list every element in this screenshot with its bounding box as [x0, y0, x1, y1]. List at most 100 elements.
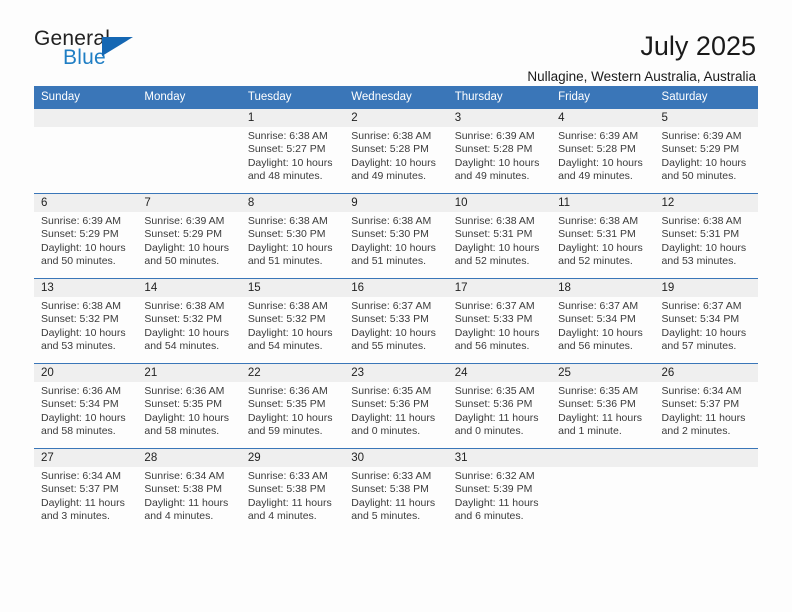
day-number-15[interactable]: 15 [240, 279, 345, 297]
day-cell-15[interactable]: Sunrise: 6:38 AM Sunset: 5:32 PM Daylight:… [240, 297, 345, 363]
day-number-21[interactable]: 21 [137, 364, 241, 382]
day-3-sunrise: Sunrise: 6:39 AM [454, 130, 535, 142]
day-11-daylight2: and 52 minutes. [558, 255, 633, 268]
day-cell-14[interactable]: Sunrise: 6:38 AM Sunset: 5:32 PM Daylight:… [137, 297, 241, 363]
day-number-31[interactable]: 31 [447, 449, 552, 467]
day-cell-17[interactable]: Sunrise: 6:37 AM Sunset: 5:33 PM Daylight:… [447, 297, 552, 363]
day-cell-25[interactable]: Sunrise: 6:35 AM Sunset: 5:36 PM Daylight:… [551, 382, 655, 448]
day-2-sunset: Sunset: 5:28 PM [351, 143, 429, 156]
day-cell-1[interactable]: Sunrise: 6:38 AM Sunset: 5:27 PM Daylight:… [240, 127, 345, 193]
day-21-daylight2: and 58 minutes. [144, 425, 220, 438]
brand-logo[interactable]: General Blue [34, 28, 146, 76]
day-cell-9[interactable]: Sunrise: 6:38 AM Sunset: 5:30 PM Daylight:… [344, 212, 448, 278]
day-cell-8[interactable]: Sunrise: 6:38 AM Sunset: 5:30 PM Daylight:… [240, 212, 345, 278]
day-cell-19[interactable]: Sunrise: 6:37 AM Sunset: 5:34 PM Daylight:… [654, 297, 758, 363]
day-2-daylight1: Daylight: 10 hours [351, 156, 436, 169]
day-cell-18[interactable]: Sunrise: 6:37 AM Sunset: 5:34 PM Daylight:… [551, 297, 655, 363]
day-cell-11[interactable]: Sunrise: 6:38 AM Sunset: 5:31 PM Daylight:… [551, 212, 655, 278]
day-cell-21[interactable]: Sunrise: 6:36 AM Sunset: 5:35 PM Daylight:… [137, 382, 241, 448]
day-number-22[interactable]: 22 [240, 364, 345, 382]
day-cell-5[interactable]: Sunrise: 6:39 AM Sunset: 5:29 PM Daylight:… [654, 127, 758, 193]
day-cell-31[interactable]: Sunrise: 6:32 AM Sunset: 5:39 PM Daylight:… [447, 467, 552, 533]
day-number-2[interactable]: 2 [344, 109, 448, 127]
day-number-3[interactable]: 3 [447, 109, 552, 127]
day-cell-23[interactable]: Sunrise: 6:35 AM Sunset: 5:36 PM Daylight:… [344, 382, 448, 448]
day-3-daylight1: Daylight: 10 hours [454, 156, 540, 169]
day-number-16[interactable]: 16 [344, 279, 448, 297]
day-number-29[interactable]: 29 [240, 449, 345, 467]
day-cell-12[interactable]: Sunrise: 6:38 AM Sunset: 5:31 PM Daylight:… [654, 212, 758, 278]
day-number-23[interactable]: 23 [344, 364, 448, 382]
day-number-19[interactable]: 19 [654, 279, 758, 297]
weekday-header-saturday: Saturday [654, 86, 758, 109]
day-20-daylight2: and 58 minutes. [41, 425, 116, 438]
day-9-sunset: Sunset: 5:30 PM [351, 228, 429, 241]
day-cell-24[interactable]: Sunrise: 6:35 AM Sunset: 5:36 PM Daylight:… [447, 382, 552, 448]
day-number-27[interactable]: 27 [34, 449, 138, 467]
day-cell-27[interactable]: Sunrise: 6:34 AM Sunset: 5:37 PM Daylight:… [34, 467, 138, 533]
day-number-13[interactable]: 13 [34, 279, 138, 297]
weekday-header-thursday: Thursday [447, 86, 552, 109]
day-20-daylight1: Daylight: 10 hours [41, 411, 126, 424]
day-14-daylight1: Daylight: 10 hours [144, 326, 230, 339]
day-cell-10[interactable]: Sunrise: 6:38 AM Sunset: 5:31 PM Daylight:… [447, 212, 552, 278]
triangle-icon [102, 37, 133, 56]
day-31-daylight1: Daylight: 11 hours [454, 496, 539, 509]
day-25-daylight1: Daylight: 11 hours [558, 411, 642, 424]
weekday-header-wednesday: Wednesday [344, 86, 448, 109]
day-7-sunset: Sunset: 5:29 PM [144, 228, 223, 241]
day-number-17[interactable]: 17 [447, 279, 552, 297]
day-number-25[interactable]: 25 [551, 364, 655, 382]
day-cell-28[interactable]: Sunrise: 6:34 AM Sunset: 5:38 PM Daylight:… [137, 467, 241, 533]
day-23-daylight2: and 0 minutes. [351, 425, 421, 438]
day-number-5[interactable]: 5 [654, 109, 758, 127]
day-cell-29[interactable]: Sunrise: 6:33 AM Sunset: 5:38 PM Daylight:… [240, 467, 345, 533]
day-7-daylight1: Daylight: 10 hours [144, 241, 230, 254]
day-number-4[interactable]: 4 [551, 109, 655, 127]
day-2-sunrise: Sunrise: 6:38 AM [351, 130, 432, 142]
day-number-7[interactable]: 7 [137, 194, 241, 212]
day-number-18[interactable]: 18 [551, 279, 655, 297]
day-number-6[interactable]: 6 [34, 194, 138, 212]
day-number-26[interactable]: 26 [654, 364, 758, 382]
day-number-24[interactable]: 24 [447, 364, 552, 382]
day-cell-4[interactable]: Sunrise: 6:39 AM Sunset: 5:28 PM Daylight:… [551, 127, 655, 193]
day-13-daylight2: and 53 minutes. [41, 340, 116, 353]
day-6-sunrise: Sunrise: 6:39 AM [41, 215, 121, 227]
day-number-row: 6 7 8 9 10 11 12 [34, 194, 758, 212]
day-26-sunrise: Sunrise: 6:34 AM [661, 385, 742, 397]
day-cell-22[interactable]: Sunrise: 6:36 AM Sunset: 5:35 PM Daylight:… [240, 382, 345, 448]
day-number-9[interactable]: 9 [344, 194, 448, 212]
day-cell-30[interactable]: Sunrise: 6:33 AM Sunset: 5:38 PM Daylight:… [344, 467, 448, 533]
day-cell-7[interactable]: Sunrise: 6:39 AM Sunset: 5:29 PM Daylight:… [137, 212, 241, 278]
day-4-sunset: Sunset: 5:28 PM [558, 143, 636, 156]
day-25-daylight2: and 1 minute. [558, 425, 622, 438]
day-number-11[interactable]: 11 [551, 194, 655, 212]
day-number-row: 12345 [34, 109, 758, 127]
day-cell-3[interactable]: Sunrise: 6:39 AM Sunset: 5:28 PM Daylight:… [447, 127, 552, 193]
day-26-sunset: Sunset: 5:37 PM [661, 398, 740, 411]
day-cell-16[interactable]: Sunrise: 6:37 AM Sunset: 5:33 PM Daylight:… [344, 297, 448, 363]
day-13-sunrise: Sunrise: 6:38 AM [41, 300, 121, 312]
day-cell-2[interactable]: Sunrise: 6:38 AM Sunset: 5:28 PM Daylight:… [344, 127, 448, 193]
day-cell-20[interactable]: Sunrise: 6:36 AM Sunset: 5:34 PM Daylight:… [34, 382, 138, 448]
day-cell-13[interactable]: Sunrise: 6:38 AM Sunset: 5:32 PM Daylight:… [34, 297, 138, 363]
day-cell-6[interactable]: Sunrise: 6:39 AM Sunset: 5:29 PM Daylight:… [34, 212, 138, 278]
day-number-8[interactable]: 8 [240, 194, 345, 212]
day-number-28[interactable]: 28 [137, 449, 241, 467]
day-24-daylight1: Daylight: 11 hours [454, 411, 539, 424]
day-1-sunrise: Sunrise: 6:38 AM [247, 130, 328, 142]
day-19-sunrise: Sunrise: 6:37 AM [661, 300, 742, 312]
day-number-12[interactable]: 12 [654, 194, 758, 212]
day-number-10[interactable]: 10 [447, 194, 552, 212]
day-detail-row: Sunrise: 6:38 AM Sunset: 5:32 PM Daylight:… [34, 297, 758, 363]
day-25-sunrise: Sunrise: 6:35 AM [558, 385, 639, 397]
day-22-sunset: Sunset: 5:35 PM [247, 398, 326, 411]
day-number-14[interactable]: 14 [137, 279, 241, 297]
day-17-daylight2: and 56 minutes. [454, 340, 530, 353]
day-number-20[interactable]: 20 [34, 364, 138, 382]
day-30-sunset: Sunset: 5:38 PM [351, 483, 429, 496]
day-number-1[interactable]: 1 [240, 109, 345, 127]
day-number-30[interactable]: 30 [344, 449, 448, 467]
day-cell-26[interactable]: Sunrise: 6:34 AM Sunset: 5:37 PM Daylight:… [654, 382, 758, 448]
